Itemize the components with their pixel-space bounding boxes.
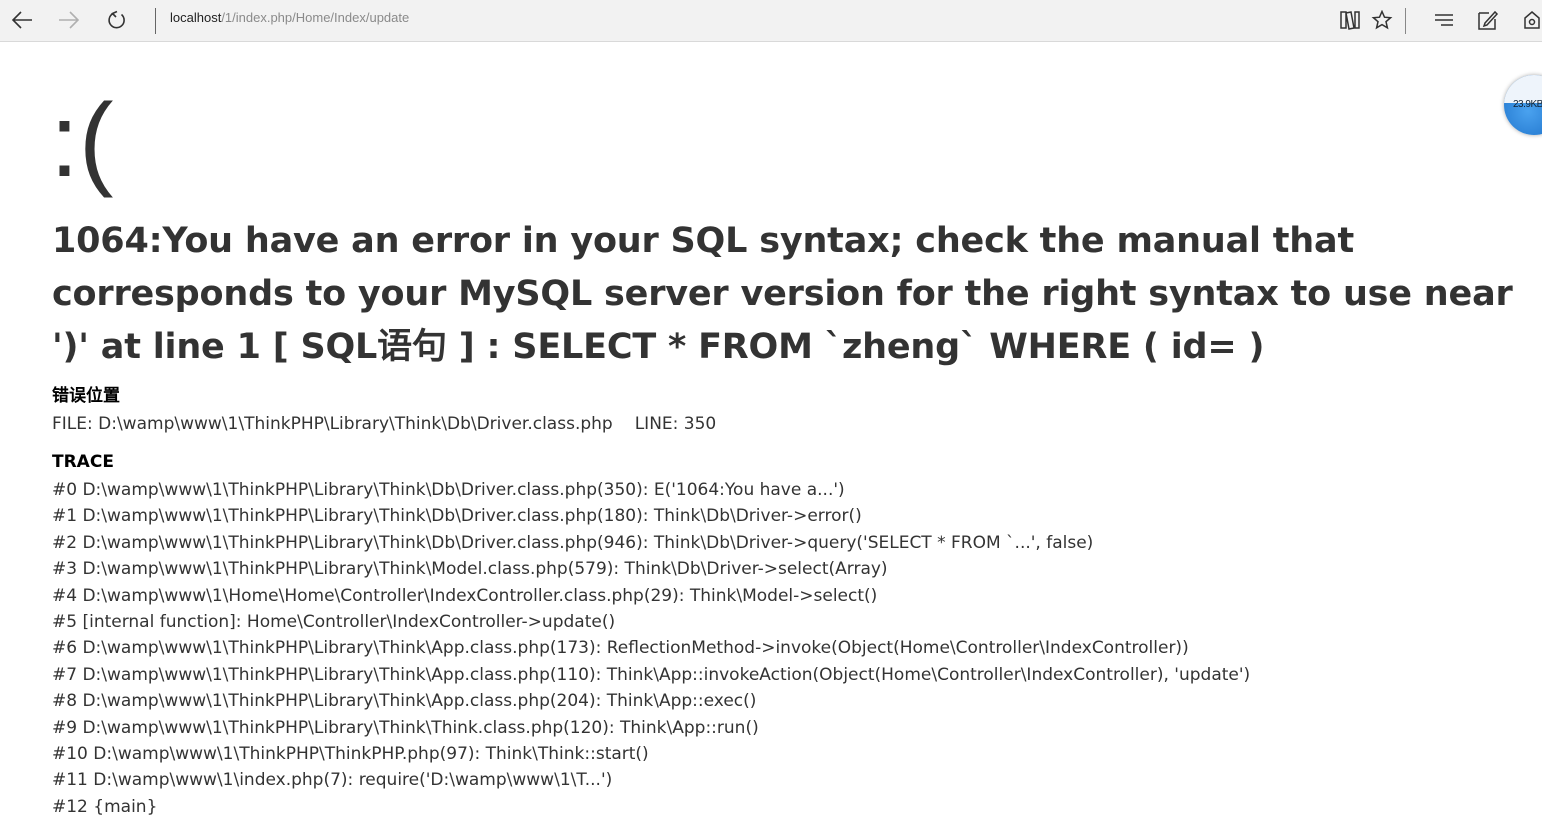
network-speed-widget[interactable]: 23.9KB	[1504, 75, 1542, 135]
toolbar-divider	[1405, 8, 1406, 34]
favorite-button[interactable]	[1366, 5, 1398, 35]
url-path: /1/index.php/Home/Index/update	[221, 10, 410, 25]
trace-item: #5 [internal function]: Home\Controller\…	[52, 612, 616, 633]
share-icon	[1524, 11, 1540, 29]
url-divider	[155, 8, 156, 34]
trace-item: #10 D:\wamp\www\1\ThinkPHP\ThinkPHP.php(…	[52, 744, 649, 765]
url-host: localhost	[170, 10, 222, 25]
reading-view-button[interactable]	[1334, 5, 1366, 35]
error-file-line: FILE: D:\wamp\www\1\ThinkPHP\Library\Thi…	[52, 411, 716, 437]
error-location-title: 错误位置	[52, 386, 120, 406]
back-arrow-icon	[11, 11, 32, 29]
refresh-icon	[108, 10, 125, 29]
trace-title: TRACE	[52, 452, 114, 472]
forward-button[interactable]	[53, 5, 85, 35]
hub-icon	[1435, 14, 1453, 26]
trace-list: #0 D:\wamp\www\1\ThinkPHP\Library\Think\…	[52, 477, 1250, 820]
trace-item: #1 D:\wamp\www\1\ThinkPHP\Library\Think\…	[52, 506, 862, 527]
trace-item: #2 D:\wamp\www\1\ThinkPHP\Library\Think\…	[52, 532, 1094, 553]
widget-speed-text: 23.9KB	[1513, 99, 1542, 110]
hub-button[interactable]	[1428, 5, 1460, 35]
trace-item: #12 {main}	[52, 796, 158, 817]
error-file-path: FILE: D:\wamp\www\1\ThinkPHP\Library\Thi…	[52, 414, 613, 434]
trace-item: #6 D:\wamp\www\1\ThinkPHP\Library\Think\…	[52, 638, 1189, 659]
trace-item: #7 D:\wamp\www\1\ThinkPHP\Library\Think\…	[52, 664, 1251, 685]
sad-face: :(	[50, 83, 114, 199]
refresh-button[interactable]	[101, 5, 133, 35]
forward-arrow-icon	[59, 11, 80, 29]
trace-item: #8 D:\wamp\www\1\ThinkPHP\Library\Think\…	[52, 691, 757, 712]
trace-item: #4 D:\wamp\www\1\Home\Home\Controller\In…	[52, 585, 878, 606]
trace-item: #9 D:\wamp\www\1\ThinkPHP\Library\Think\…	[52, 717, 759, 738]
trace-item: #0 D:\wamp\www\1\ThinkPHP\Library\Think\…	[52, 480, 845, 500]
trace-item: #11 D:\wamp\www\1\index.php(7): require(…	[52, 770, 613, 791]
trace-item: #3 D:\wamp\www\1\ThinkPHP\Library\Think\…	[52, 559, 888, 580]
web-note-button[interactable]	[1472, 5, 1504, 35]
share-button[interactable]	[1516, 5, 1542, 35]
web-note-icon	[1478, 10, 1499, 30]
error-line-number: LINE: 350	[634, 414, 717, 434]
reading-view-icon	[1340, 11, 1360, 30]
error-message: 1064:You have an error in your SQL synta…	[52, 221, 1513, 367]
back-button[interactable]	[6, 5, 38, 35]
browser-toolbar: localhost/1/index.php/Home/Index/update	[0, 0, 1542, 42]
star-icon	[1371, 10, 1393, 30]
address-bar[interactable]: localhost/1/index.php/Home/Index/update	[170, 10, 409, 26]
